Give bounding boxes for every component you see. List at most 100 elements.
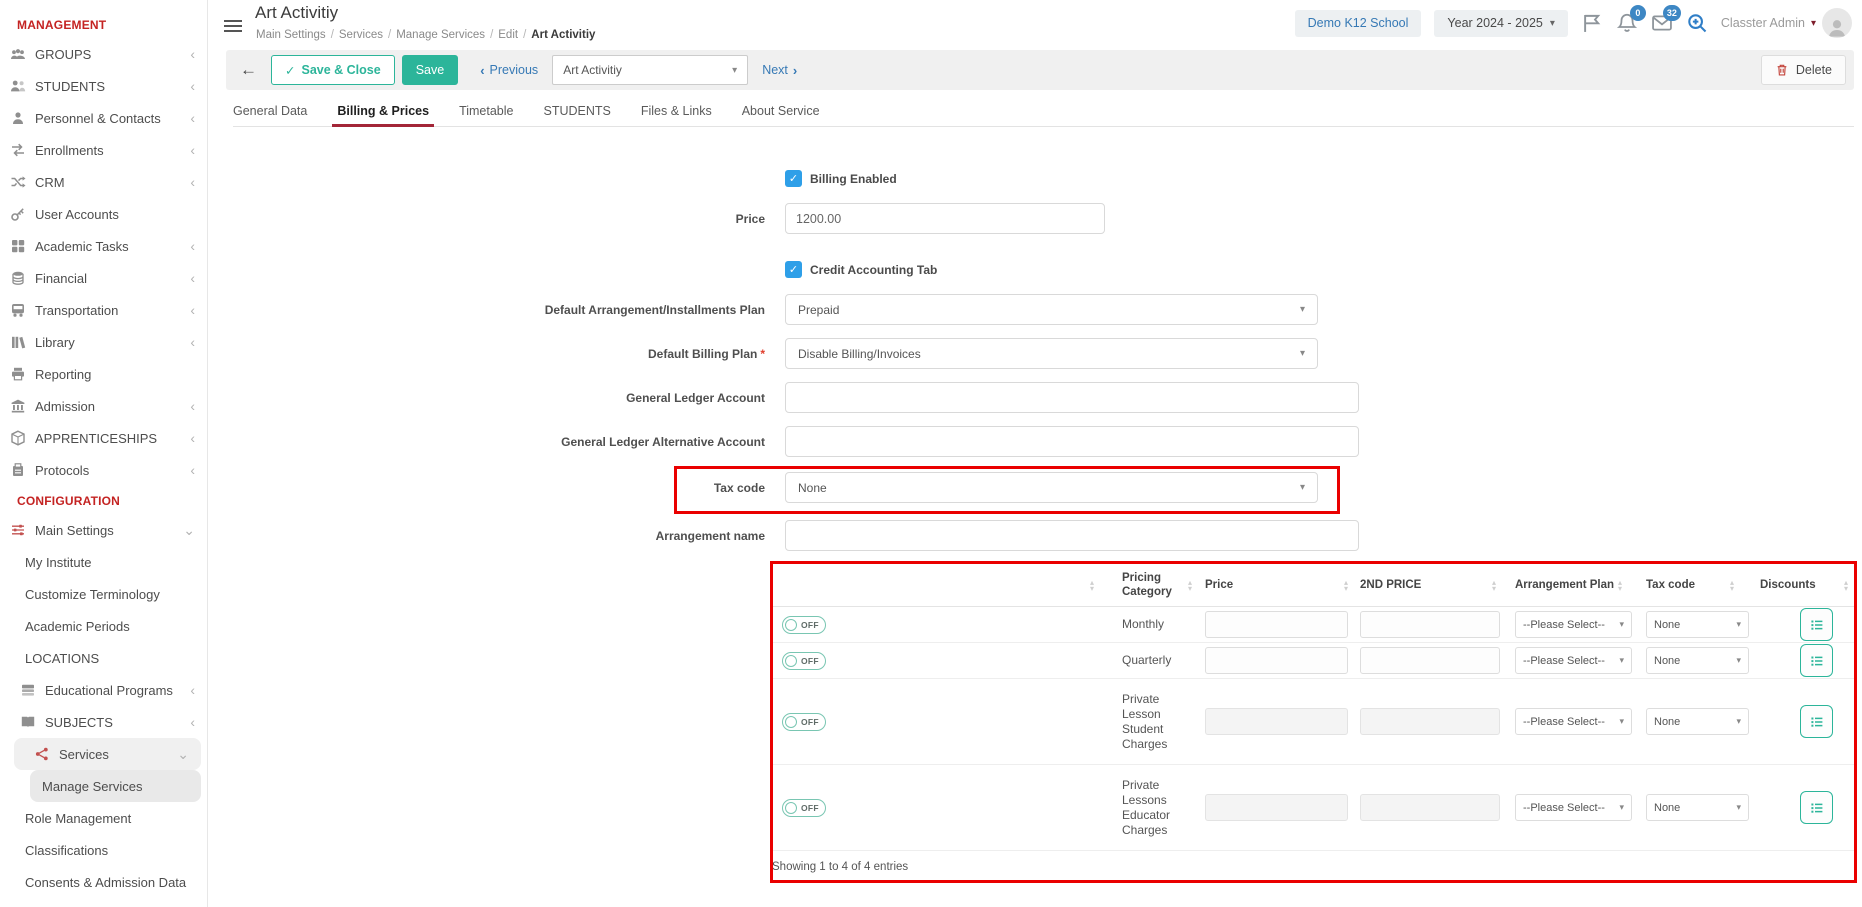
sidebar-item-educational-programs[interactable]: Educational Programs‹ [0, 674, 207, 706]
sidebar-item-apprenticeships[interactable]: APPRENTICESHIPS‹ [0, 422, 207, 454]
avatar[interactable] [1822, 8, 1852, 38]
gl-account-input[interactable] [785, 382, 1359, 413]
zoom-search-icon[interactable] [1686, 12, 1708, 34]
save-and-close-button[interactable]: ✓ Save & Close [271, 55, 395, 85]
user-menu[interactable]: Classter Admin ▾ [1721, 8, 1852, 38]
pricing-table: ▴▾Pricing Category▴▾Price▴▾2ND PRICE▴▾Ar… [770, 565, 1856, 885]
chevron-left-icon: ‹ [190, 271, 195, 285]
record-selector-dropdown[interactable]: Art Activitiy ▾ [552, 55, 748, 85]
table-footer-status: Showing 1 to 4 of 4 entries [770, 851, 1856, 885]
sidebar-item-consents-admission-data[interactable]: Consents & Admission Data [0, 866, 207, 898]
previous-button[interactable]: ‹ Previous [480, 63, 538, 78]
flag-icon[interactable] [1581, 12, 1603, 34]
tab-files-links[interactable]: Files & Links [641, 98, 712, 126]
default-arrangement-row: Default Arrangement/Installments Plan Pr… [208, 294, 1318, 325]
price-cell-input[interactable] [1205, 611, 1348, 638]
sidebar-item-customize-terminology[interactable]: Customize Terminology [0, 578, 207, 610]
breadcrumb-item[interactable]: Services [339, 29, 383, 41]
sidebar-item-academic-periods[interactable]: Academic Periods [0, 610, 207, 642]
price-input[interactable] [785, 203, 1105, 234]
sidebar-item-financial[interactable]: Financial‹ [0, 262, 207, 294]
delete-button[interactable]: Delete [1761, 55, 1846, 85]
save-button[interactable]: Save [402, 55, 459, 85]
tax-code-cell-select[interactable]: None▾ [1646, 647, 1749, 674]
price-cell-input[interactable] [1205, 647, 1348, 674]
default-billing-select[interactable]: Disable Billing/Invoices ▾ [785, 338, 1318, 369]
hamburger-menu-icon[interactable] [224, 20, 242, 35]
sidebar-item-manage-services[interactable]: Manage Services [30, 770, 201, 802]
year-selector[interactable]: Year 2024 - 2025 ▾ [1434, 10, 1567, 37]
sidebar-item-services[interactable]: Services⌄ [14, 738, 201, 770]
arrangement-plan-select[interactable]: --Please Select--▾ [1515, 708, 1632, 735]
credit-accounting-checkbox[interactable]: ✓ [785, 261, 802, 278]
sidebar-item-subjects[interactable]: SUBJECTS‹ [0, 706, 207, 738]
row-toggle-off[interactable]: OFF [782, 799, 826, 817]
breadcrumb-item[interactable]: Edit [498, 29, 518, 41]
sidebar-item-academic-tasks[interactable]: Academic Tasks‹ [0, 230, 207, 262]
sort-icon[interactable]: ▴▾ [1844, 580, 1848, 592]
discounts-button[interactable] [1800, 705, 1833, 738]
tax-code-cell-select[interactable]: None▾ [1646, 794, 1749, 821]
second-price-cell-input[interactable] [1360, 647, 1500, 674]
sidebar-item-protocols[interactable]: Protocols‹ [0, 454, 207, 486]
sort-icon[interactable]: ▴▾ [1344, 580, 1348, 592]
arrangement-plan-select[interactable]: --Please Select--▾ [1515, 794, 1632, 821]
sidebar-item-user-accounts[interactable]: User Accounts [0, 198, 207, 230]
sidebar-item-students[interactable]: STUDENTS‹ [0, 70, 207, 102]
sidebar-item-enrollments[interactable]: Enrollments‹ [0, 134, 207, 166]
school-button[interactable]: Demo K12 School [1295, 10, 1422, 37]
tax-code-cell-select[interactable]: None▾ [1646, 611, 1749, 638]
discounts-button[interactable] [1800, 644, 1833, 677]
sort-icon[interactable]: ▴▾ [1618, 580, 1622, 592]
arrangement-plan-select[interactable]: --Please Select--▾ [1515, 611, 1632, 638]
price-cell-input[interactable] [1205, 794, 1348, 821]
row-toggle-off[interactable]: OFF [782, 652, 826, 670]
sidebar-item-library[interactable]: Library‹ [0, 326, 207, 358]
sidebar-item-main-settings[interactable]: Main Settings⌄ [0, 514, 207, 546]
notifications-bell-icon[interactable]: 0 [1616, 12, 1638, 34]
breadcrumb-item[interactable]: Manage Services [396, 29, 485, 41]
sidebar-item-crm[interactable]: CRM‹ [0, 166, 207, 198]
price-cell-input[interactable] [1205, 708, 1348, 735]
tax-code-cell-select[interactable]: None▾ [1646, 708, 1749, 735]
sidebar-item-my-institute[interactable]: My Institute [0, 546, 207, 578]
sidebar-item-groups[interactable]: GROUPS‹ [0, 38, 207, 70]
tax-code-select[interactable]: None ▾ [785, 472, 1318, 503]
sidebar-item-personnel-contacts[interactable]: Personnel & Contacts‹ [0, 102, 207, 134]
sort-icon[interactable]: ▴▾ [1492, 580, 1496, 592]
arrangement-name-input[interactable] [785, 520, 1359, 551]
tab-general-data[interactable]: General Data [233, 98, 307, 126]
breadcrumb-item[interactable]: Main Settings [256, 29, 326, 41]
tab-about-service[interactable]: About Service [742, 98, 820, 126]
messages-envelope-icon[interactable]: 32 [1651, 12, 1673, 34]
sort-icon[interactable]: ▴▾ [1730, 580, 1734, 592]
second-price-cell-input[interactable] [1360, 708, 1500, 735]
sidebar-item-admission[interactable]: Admission‹ [0, 390, 207, 422]
sidebar-item-transportation[interactable]: Transportation‹ [0, 294, 207, 326]
sidebar-item-reporting[interactable]: Reporting [0, 358, 207, 390]
sidebar-item-role-management[interactable]: Role Management [0, 802, 207, 834]
discounts-button[interactable] [1800, 608, 1833, 641]
sidebar-item-classifications[interactable]: Classifications [0, 834, 207, 866]
row-toggle-off[interactable]: OFF [782, 616, 826, 634]
discounts-button[interactable] [1800, 791, 1833, 824]
sort-icon[interactable]: ▴▾ [1188, 580, 1192, 592]
pricing-table-row: OFFMonthly--Please Select--▾None▾ [770, 607, 1856, 643]
gl-alt-account-input[interactable] [785, 426, 1359, 457]
next-button[interactable]: Next › [762, 63, 797, 78]
tab-billing-prices[interactable]: Billing & Prices [337, 98, 429, 126]
sidebar-item-locations[interactable]: LOCATIONS [0, 642, 207, 674]
check-icon: ✓ [285, 63, 295, 78]
tab-students[interactable]: STUDENTS [543, 98, 610, 126]
row-toggle-off[interactable]: OFF [782, 713, 826, 731]
second-price-cell-input[interactable] [1360, 794, 1500, 821]
back-arrow-icon[interactable]: ← [240, 60, 257, 80]
sidebar-item-partial[interactable] [0, 898, 207, 907]
default-arrangement-select[interactable]: Prepaid ▾ [785, 294, 1318, 325]
sidebar-item-label: CRM [35, 175, 65, 190]
arrangement-plan-select[interactable]: --Please Select--▾ [1515, 647, 1632, 674]
second-price-cell-input[interactable] [1360, 611, 1500, 638]
billing-enabled-checkbox[interactable]: ✓ [785, 170, 802, 187]
tab-timetable[interactable]: Timetable [459, 98, 513, 126]
sort-icon[interactable]: ▴▾ [1090, 580, 1094, 592]
